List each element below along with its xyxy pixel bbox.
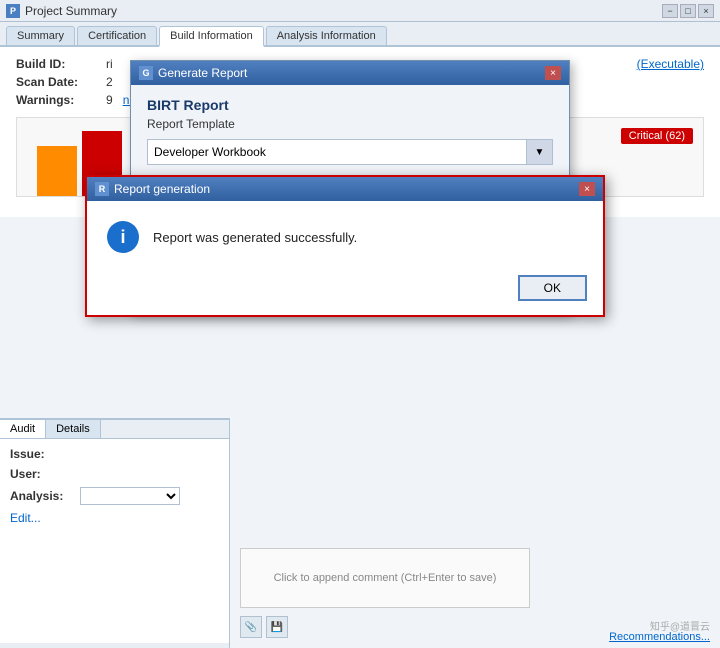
issue-label: Issue: bbox=[10, 447, 80, 461]
save-icon-btn[interactable]: 💾 bbox=[266, 616, 288, 638]
issue-row: Issue: bbox=[10, 447, 219, 461]
bottom-tab-bar: Audit Details bbox=[0, 420, 229, 439]
bottom-panel: Audit Details Issue: User: Analysis: Edi… bbox=[0, 418, 230, 648]
window-title: Project Summary bbox=[25, 4, 662, 18]
executable-link[interactable]: (Executable) bbox=[637, 57, 704, 71]
success-dialog-close[interactable]: × bbox=[579, 182, 595, 196]
template-input[interactable] bbox=[147, 139, 527, 165]
analysis-row: Analysis: bbox=[10, 487, 219, 505]
comment-placeholder: Click to append comment (Ctrl+Enter to s… bbox=[274, 572, 497, 584]
warnings-label: Warnings: bbox=[16, 93, 106, 107]
ok-button[interactable]: OK bbox=[518, 275, 587, 301]
tab-bar: Summary Certification Build Information … bbox=[0, 22, 720, 47]
success-body: i Report was generated successfully. bbox=[87, 201, 603, 267]
chart-bar-orange bbox=[37, 146, 77, 196]
tab-summary[interactable]: Summary bbox=[6, 26, 75, 45]
generate-dialog-title: Generate Report bbox=[158, 66, 247, 80]
info-icon: i bbox=[107, 221, 139, 253]
comment-area[interactable]: Click to append comment (Ctrl+Enter to s… bbox=[240, 548, 530, 608]
user-label: User: bbox=[10, 467, 80, 481]
tab-build-information[interactable]: Build Information bbox=[159, 26, 264, 47]
attach-icon-btn[interactable]: 📎 bbox=[240, 616, 262, 638]
tab-details[interactable]: Details bbox=[46, 420, 101, 438]
template-dropdown-arrow[interactable]: ▼ bbox=[527, 139, 553, 165]
tab-certification[interactable]: Certification bbox=[77, 26, 157, 45]
recommendations-link[interactable]: Recommendations... bbox=[609, 631, 710, 643]
template-select-row: ▼ bbox=[147, 139, 553, 165]
success-dialog-title-bar: R Report generation × bbox=[87, 177, 603, 201]
success-message: Report was generated successfully. bbox=[153, 230, 357, 245]
maximize-button[interactable]: □ bbox=[680, 4, 696, 18]
success-dialog-title: Report generation bbox=[114, 182, 210, 196]
tab-audit[interactable]: Audit bbox=[0, 420, 46, 438]
build-id-value: ri bbox=[106, 57, 113, 71]
bottom-content: Issue: User: Analysis: Edit... bbox=[0, 439, 229, 643]
scan-date-value: 2 bbox=[106, 75, 113, 89]
birt-report-title: BIRT Report bbox=[147, 97, 553, 113]
bottom-icons: 📎 💾 bbox=[240, 616, 288, 638]
report-template-label: Report Template bbox=[147, 117, 553, 131]
analysis-label: Analysis: bbox=[10, 489, 80, 503]
title-bar: P Project Summary − □ × bbox=[0, 0, 720, 22]
generate-dialog-icon: G bbox=[139, 66, 153, 80]
success-dialog: R Report generation × i Report was gener… bbox=[85, 175, 605, 317]
critical-badge: Critical (62) bbox=[621, 128, 693, 144]
build-id-label: Build ID: bbox=[16, 57, 106, 71]
generate-dialog-close[interactable]: × bbox=[545, 66, 561, 80]
warnings-value: 9 bbox=[106, 93, 113, 107]
success-dialog-icon: R bbox=[95, 182, 109, 196]
generate-dialog-title-bar: G Generate Report × bbox=[131, 61, 569, 85]
user-row: User: bbox=[10, 467, 219, 481]
success-buttons: OK bbox=[87, 267, 603, 315]
main-window: P Project Summary − □ × Summary Certific… bbox=[0, 0, 720, 648]
tab-analysis-information[interactable]: Analysis Information bbox=[266, 26, 387, 45]
window-controls: − □ × bbox=[662, 4, 714, 18]
window-icon: P bbox=[6, 4, 20, 18]
scan-date-label: Scan Date: bbox=[16, 75, 106, 89]
analysis-select[interactable] bbox=[80, 487, 180, 505]
minimize-button[interactable]: − bbox=[662, 4, 678, 18]
close-button[interactable]: × bbox=[698, 4, 714, 18]
edit-link[interactable]: Edit... bbox=[10, 511, 41, 525]
